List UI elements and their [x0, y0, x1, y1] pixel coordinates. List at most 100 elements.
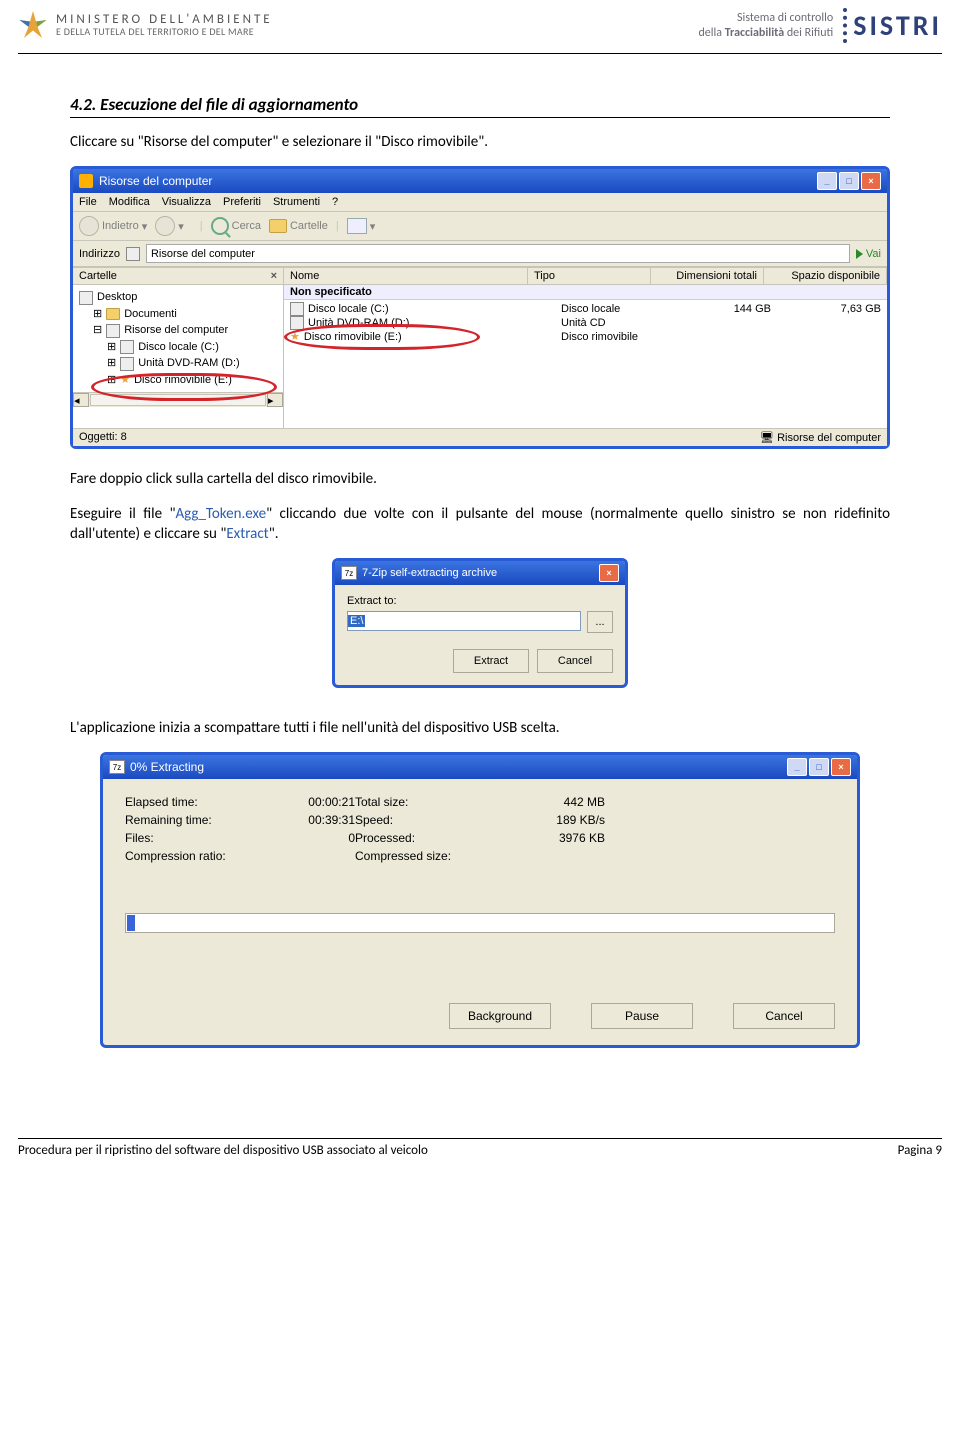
menu-edit[interactable]: Modifica: [109, 196, 150, 208]
extract-minimize-button[interactable]: _: [787, 758, 807, 776]
sfx-title-text: 7-Zip self-extracting archive: [362, 567, 497, 579]
ministry-block: MINISTERO DELL'AMBIENTE E DELLA TUTELA D…: [18, 9, 273, 43]
elapsed-value: 00:00:21: [255, 795, 355, 809]
minimize-button[interactable]: _: [817, 172, 837, 190]
address-input[interactable]: [146, 244, 850, 263]
extract-title: 0% Extracting: [130, 760, 204, 774]
compsize-label: Compressed size:: [355, 849, 505, 863]
sistri-logo: SISTRI: [843, 8, 942, 43]
processed-label: Processed:: [355, 831, 505, 845]
menu-favorites[interactable]: Preferiti: [223, 196, 261, 208]
sistri-line1: Sistema di controllo: [698, 11, 833, 25]
list-row-c[interactable]: Disco locale (C:)Disco locale144 GB7,63 …: [284, 302, 887, 316]
sfx-titlebar[interactable]: 7z 7-Zip self-extracting archive ×: [335, 561, 625, 585]
tree-documenti[interactable]: ⊞ Documenti: [79, 306, 277, 323]
extract-icon: 7z: [109, 760, 125, 774]
explorer-title: Risorse del computer: [99, 174, 212, 188]
extract-dialog: 7z 0% Extracting _ □ × Elapsed time:00:0…: [100, 752, 860, 1048]
ministry-logo-icon: [18, 9, 48, 43]
status-objects: Oggetti: 8: [79, 431, 127, 444]
total-value: 442 MB: [505, 795, 605, 809]
page-footer: Procedura per il ripristino del software…: [18, 1138, 942, 1168]
paragraph-2: Fare doppio click sulla cartella del dis…: [70, 469, 890, 489]
remaining-value: 00:39:31: [255, 813, 355, 827]
tree-risorse[interactable]: ⊟ Risorse del computer: [79, 322, 277, 339]
maximize-button[interactable]: □: [839, 172, 859, 190]
explorer-window: Risorse del computer _ □ × File Modifica…: [70, 166, 890, 449]
col-type[interactable]: Tipo: [528, 268, 651, 284]
list-row-dvd[interactable]: Unità DVD-RAM (D:)Unità CD: [284, 316, 887, 330]
paragraph-3: Eseguire il file "Agg_Token.exe" cliccan…: [70, 504, 890, 545]
close-button[interactable]: ×: [861, 172, 881, 190]
footer-right: Pagina 9: [898, 1143, 942, 1158]
menu-tools[interactable]: Strumenti: [273, 196, 320, 208]
processed-value: 3976 KB: [505, 831, 605, 845]
list-pane: Nome Tipo Dimensioni totali Spazio dispo…: [284, 268, 887, 428]
menu-help[interactable]: ?: [332, 196, 338, 208]
folders-button[interactable]: Cartelle: [269, 219, 328, 233]
views-button[interactable]: ▾: [347, 218, 376, 234]
col-dim[interactable]: Dimensioni totali: [651, 268, 764, 284]
menu-view[interactable]: Visualizza: [162, 196, 211, 208]
search-button[interactable]: Cerca: [211, 217, 261, 235]
files-value: 0: [255, 831, 355, 845]
sfx-cancel-button[interactable]: Cancel: [537, 649, 613, 673]
link-agg-token: Agg_Token.exe: [176, 505, 267, 523]
sfx-extract-label: Extract to:: [347, 595, 613, 607]
explorer-toolbar: Indietro ▾ ▾ | Cerca Cartelle | ▾: [73, 212, 887, 241]
folders-pane-title: Cartelle: [79, 270, 117, 282]
sfx-browse-button[interactable]: ...: [587, 611, 613, 633]
tree-desktop[interactable]: Desktop: [79, 289, 277, 306]
folders-pane-close-icon[interactable]: ×: [271, 270, 277, 282]
list-row-rimovibile[interactable]: ★Disco rimovibile (E:)Disco rimovibile: [284, 330, 887, 343]
footer-left: Procedura per il ripristino del software…: [18, 1143, 428, 1158]
sfx-close-button[interactable]: ×: [599, 564, 619, 582]
ministry-line2: E DELLA TUTELA DEL TERRITORIO E DEL MARE: [56, 27, 273, 38]
sistri-block: Sistema di controllo della Tracciabilità…: [698, 8, 942, 43]
sistri-line2: della Tracciabilità dei Rifiuti: [698, 26, 833, 40]
col-free[interactable]: Spazio disponibile: [764, 268, 887, 284]
link-extract: Extract: [226, 525, 268, 543]
files-label: Files:: [125, 831, 255, 845]
sfx-dialog: 7z 7-Zip self-extracting archive × Extra…: [332, 558, 628, 688]
go-button[interactable]: Vai: [856, 248, 881, 260]
page-header: MINISTERO DELL'AMBIENTE E DELLA TUTELA D…: [0, 0, 960, 53]
speed-value: 189 KB/s: [505, 813, 605, 827]
extract-pause-button[interactable]: Pause: [591, 1003, 693, 1029]
extract-background-button[interactable]: Background: [449, 1003, 551, 1029]
back-button[interactable]: Indietro ▾: [79, 216, 147, 236]
folders-scrollbar[interactable]: ◂▸: [73, 392, 283, 407]
list-header: Nome Tipo Dimensioni totali Spazio dispo…: [284, 268, 887, 285]
elapsed-label: Elapsed time:: [125, 795, 255, 809]
tree-disco-c[interactable]: ⊞ Disco locale (C:): [79, 339, 277, 356]
extract-progressbar: [125, 913, 835, 933]
address-icon: [126, 247, 140, 261]
tree-dvd[interactable]: ⊞ Unità DVD-RAM (D:): [79, 355, 277, 372]
paragraph-1: Cliccare su "Risorse del computer" e sel…: [70, 132, 890, 152]
sfx-icon: 7z: [341, 566, 357, 580]
total-label: Total size:: [355, 795, 505, 809]
extract-close-button[interactable]: ×: [831, 758, 851, 776]
explorer-titlebar[interactable]: Risorse del computer _ □ ×: [73, 169, 887, 193]
explorer-menubar: File Modifica Visualizza Preferiti Strum…: [73, 193, 887, 212]
extract-stats: Elapsed time:00:00:21 Total size:442 MB …: [125, 795, 835, 863]
content: 4.2. Esecuzione del file di aggiornament…: [0, 54, 960, 1078]
explorer-window-icon: [79, 174, 93, 188]
col-name[interactable]: Nome: [284, 268, 528, 284]
sfx-extract-button[interactable]: Extract: [453, 649, 529, 673]
explorer-addressbar: Indirizzo Vai: [73, 241, 887, 267]
speed-label: Speed:: [355, 813, 505, 827]
extract-maximize-button[interactable]: □: [809, 758, 829, 776]
extract-cancel-button[interactable]: Cancel: [733, 1003, 835, 1029]
address-label: Indirizzo: [79, 248, 120, 260]
menu-file[interactable]: File: [79, 196, 97, 208]
remaining-label: Remaining time:: [125, 813, 255, 827]
explorer-statusbar: Oggetti: 8 🖥 Risorse del computer: [73, 428, 887, 446]
compratio-label: Compression ratio:: [125, 849, 255, 863]
extract-titlebar[interactable]: 7z 0% Extracting _ □ ×: [103, 755, 857, 779]
sfx-path-input[interactable]: E:\: [347, 611, 581, 631]
forward-button[interactable]: ▾: [155, 216, 184, 236]
status-location: 🖥 Risorse del computer: [760, 431, 881, 444]
tree-rimovibile[interactable]: ⊞ ★Disco rimovibile (E:): [79, 372, 277, 389]
folder-tree: Desktop ⊞ Documenti ⊟ Risorse del comput…: [73, 285, 283, 392]
